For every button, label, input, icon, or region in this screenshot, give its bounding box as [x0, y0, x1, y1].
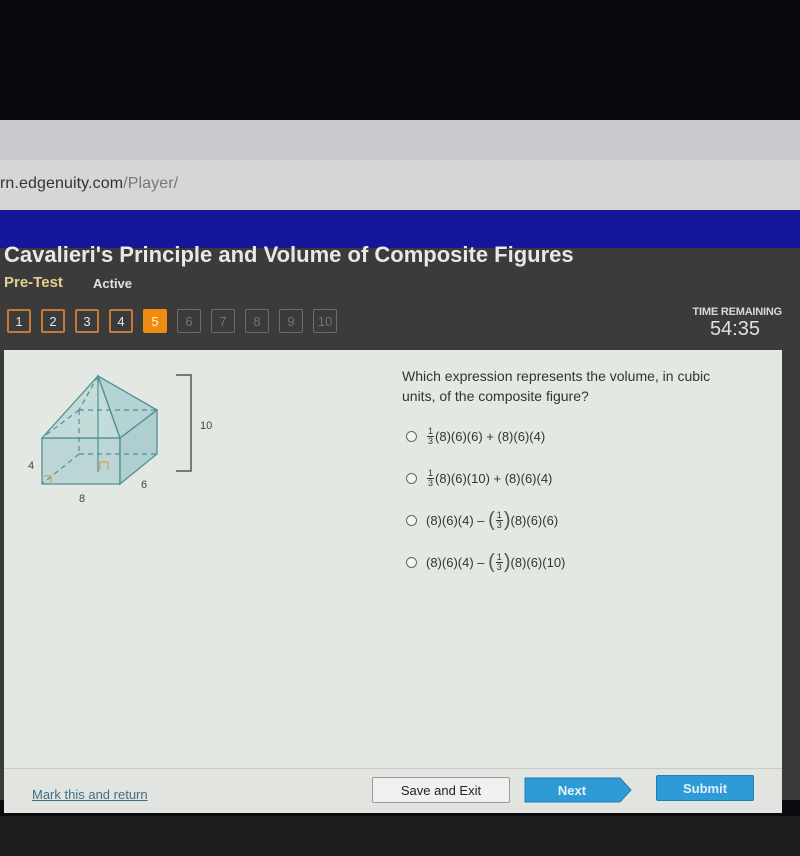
fraction-numerator: 1 — [427, 425, 435, 437]
answer-option-c[interactable]: (8)(6)(4) – ( 13 ) (8)(6)(6) — [406, 510, 565, 530]
left-paren: ( — [488, 551, 495, 573]
right-paren: ) — [503, 551, 511, 573]
fraction-denominator: 3 — [496, 519, 502, 530]
question-button-8: 8 — [245, 309, 269, 333]
url-text[interactable]: rn.edgenuity.com/Player/ — [0, 175, 178, 193]
question-button-5[interactable]: 5 — [143, 309, 167, 333]
fraction-denominator: 3 — [428, 435, 434, 446]
answer-option-b[interactable]: 13 (8)(6)(10) + (8)(6)(4) — [406, 468, 565, 488]
height-bracket — [176, 374, 192, 472]
submit-button[interactable]: Submit — [656, 775, 754, 801]
activity-type: Pre-Test — [4, 274, 63, 291]
browser-tab-strip — [0, 120, 800, 264]
label-total-height: 10 — [200, 420, 212, 432]
fraction: 13 — [427, 425, 435, 446]
timer-value: 54:35 — [709, 318, 760, 340]
fraction-numerator: 1 — [495, 509, 503, 521]
save-and-exit-button[interactable]: Save and Exit — [372, 777, 510, 803]
answer-option-a[interactable]: 13 (8)(6)(6) + (8)(6)(4) — [406, 426, 565, 446]
fraction: 13 — [495, 551, 503, 572]
radio-button[interactable] — [406, 514, 417, 526]
next-button[interactable]: Next — [524, 777, 632, 803]
option-prefix: (8)(6)(4) – — [426, 512, 489, 528]
monitor-bezel-bottom — [0, 816, 800, 856]
composite-figure: 10 4 8 6 — [28, 374, 212, 505]
radio-button[interactable] — [406, 430, 417, 442]
question-prompt: Which expression represents the volume, … — [402, 368, 711, 404]
question-button-4[interactable]: 4 — [109, 309, 133, 333]
right-paren: ) — [503, 509, 511, 531]
question-button-7: 7 — [211, 309, 235, 333]
question-button-3[interactable]: 3 — [75, 309, 99, 333]
label-width: 6 — [141, 479, 147, 491]
url-host: rn.edgenuity.com — [0, 175, 124, 192]
question-button-1[interactable]: 1 — [7, 309, 31, 333]
timer-label: TIME REMAINING — [692, 306, 783, 318]
option-text: (8)(6)(6) + (8)(6)(4) — [435, 428, 546, 444]
next-label: Next — [557, 782, 587, 798]
label-prism-height: 4 — [28, 460, 34, 472]
question-navigator: 1 2 3 4 5 6 7 8 9 10 — [7, 309, 337, 333]
radio-button[interactable] — [406, 472, 417, 484]
option-text: (8)(6)(10) + (8)(6)(4) — [435, 470, 553, 486]
question-button-9: 9 — [279, 309, 303, 333]
answer-options: 13 (8)(6)(6) + (8)(6)(4) 13 (8)(6)(10) +… — [406, 426, 565, 594]
player-app: Cavalieri's Principle and Volume of Comp… — [0, 242, 800, 856]
answer-option-d[interactable]: (8)(6)(4) – ( 13 ) (8)(6)(10) — [406, 552, 565, 572]
monitor-bezel-top — [0, 0, 800, 120]
prism-front-face — [41, 437, 121, 485]
radio-button[interactable] — [406, 556, 417, 568]
question-panel: 10 4 8 6 Which expression represents the… — [4, 350, 782, 768]
left-paren: ( — [488, 509, 495, 531]
question-button-6: 6 — [177, 309, 201, 333]
option-text: (8)(6)(6) — [510, 512, 559, 528]
fraction-numerator: 1 — [495, 551, 503, 563]
fraction-numerator: 1 — [427, 467, 435, 479]
fraction: 13 — [427, 467, 435, 488]
fraction-denominator: 3 — [496, 561, 502, 572]
fraction: 13 — [495, 509, 503, 530]
question-button-2[interactable]: 2 — [41, 309, 65, 333]
footer-bar: Mark this and return Save and Exit Next … — [4, 768, 782, 813]
address-bar[interactable]: rn.edgenuity.com/Player/ — [0, 160, 800, 210]
option-prefix: (8)(6)(4) – — [426, 554, 489, 570]
activity-status: Active — [93, 276, 133, 291]
option-text: (8)(6)(10) — [510, 554, 566, 570]
question-button-10: 10 — [313, 309, 337, 333]
lesson-title: Cavalieri's Principle and Volume of Comp… — [4, 242, 574, 267]
url-path: /Player/ — [123, 175, 179, 192]
fraction-denominator: 3 — [428, 477, 434, 488]
label-length: 8 — [79, 493, 85, 505]
